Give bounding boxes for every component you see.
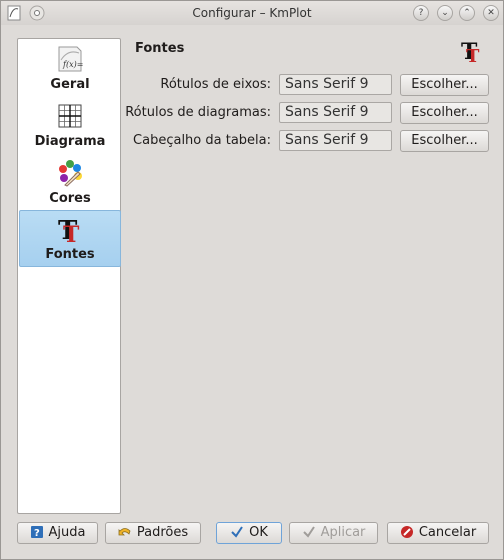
- table-header-font-label: Cabeçalho da tabela:: [133, 133, 271, 148]
- cancel-icon: [400, 525, 413, 538]
- sidebar-item-geral[interactable]: f(x)= Geral: [19, 41, 121, 98]
- cancel-button[interactable]: Cancelar: [387, 522, 489, 544]
- undo-icon: [118, 527, 131, 535]
- font-icon: T T: [461, 39, 480, 63]
- help-icon: ?: [30, 525, 43, 539]
- check-icon: [231, 525, 243, 538]
- sidebar-item-diagrama[interactable]: Diagrama: [19, 98, 121, 155]
- ok-button[interactable]: OK: [216, 522, 282, 544]
- config-dialog: Configurar – KmPlot ? ⌄ ⌃ ✕ f(x)= Geral …: [0, 0, 504, 560]
- apply-button-label: Aplicar: [320, 525, 366, 540]
- axis-labels-font-label: Rótulos de eixos:: [160, 77, 271, 92]
- minimize-button[interactable]: ⌄: [437, 5, 453, 21]
- maximize-button[interactable]: ⌃: [459, 5, 475, 21]
- svg-text:T: T: [63, 222, 80, 243]
- diagram-labels-font-field: Sans Serif 9: [279, 102, 392, 123]
- page-title: Fontes: [135, 41, 185, 56]
- function-icon: f(x)=: [58, 46, 83, 72]
- choose-axis-font-button[interactable]: Escolher...: [400, 74, 489, 96]
- help-title-button[interactable]: ?: [413, 5, 429, 21]
- sidebar-item-label: Cores: [49, 191, 91, 206]
- ok-button-label: OK: [249, 525, 268, 540]
- sidebar-item-fontes[interactable]: T T Fontes: [19, 210, 121, 267]
- help-button-label: Ajuda: [48, 525, 86, 540]
- help-button[interactable]: ? Ajuda: [17, 522, 98, 544]
- sidebar-item-cores[interactable]: Cores: [19, 155, 121, 212]
- close-button[interactable]: ✕: [483, 5, 499, 21]
- svg-text:f(x)=: f(x)=: [62, 60, 83, 69]
- sidebar-item-label: Diagrama: [34, 134, 106, 149]
- diagram-labels-font-label: Rótulos de diagramas:: [125, 105, 271, 120]
- defaults-button[interactable]: Padrões: [105, 522, 201, 544]
- sidebar-item-label: Geral: [50, 77, 90, 92]
- choose-table-font-button[interactable]: Escolher...: [400, 130, 489, 152]
- palette-icon: [59, 160, 82, 187]
- sidebar-item-label: Fontes: [45, 247, 95, 262]
- sidebar: f(x)= Geral Diagrama Cores T T Fontes: [17, 38, 121, 514]
- svg-text:?: ?: [34, 528, 40, 539]
- grid-icon: [58, 104, 82, 128]
- title-bar: Configurar – KmPlot ? ⌄ ⌃ ✕: [1, 1, 503, 25]
- svg-text:T: T: [466, 46, 480, 63]
- font-icon: T T: [58, 216, 80, 243]
- apply-button[interactable]: Aplicar: [289, 522, 378, 544]
- table-header-font-field: Sans Serif 9: [279, 130, 392, 151]
- defaults-button-label: Padrões: [136, 525, 189, 540]
- axis-labels-font-field: Sans Serif 9: [279, 74, 392, 95]
- check-icon: [302, 525, 315, 538]
- choose-diagram-font-button[interactable]: Escolher...: [400, 102, 489, 124]
- cancel-button-label: Cancelar: [418, 525, 477, 540]
